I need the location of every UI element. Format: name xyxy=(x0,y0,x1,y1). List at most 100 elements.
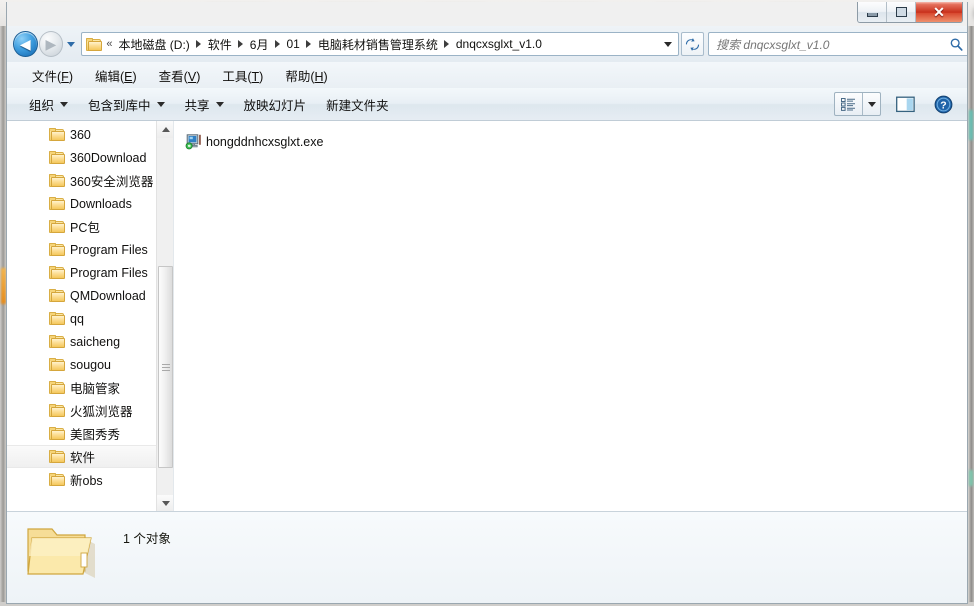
folder-icon xyxy=(49,243,65,256)
folder-large-icon xyxy=(25,522,99,584)
preview-pane-button[interactable] xyxy=(891,92,919,116)
menu-tools[interactable]: 工具(T) xyxy=(211,63,274,88)
maximize-button[interactable] xyxy=(887,2,916,22)
tree-item-360download[interactable]: 360Download xyxy=(7,146,157,169)
tree-item-program-files-x86[interactable]: Program Files xyxy=(7,261,157,284)
tree-item-qq[interactable]: qq xyxy=(7,307,157,330)
tree-item-software[interactable]: 软件 xyxy=(7,445,157,468)
change-view-group xyxy=(834,92,881,116)
menu-help[interactable]: 帮助(H) xyxy=(274,63,338,88)
scroll-down-button[interactable] xyxy=(157,495,173,512)
background-right-accent-bottom xyxy=(969,470,973,486)
tree-item-qmdownload[interactable]: QMDownload xyxy=(7,284,157,307)
change-view-dropdown-button[interactable] xyxy=(863,93,880,115)
toolbar-slideshow-label: 放映幻灯片 xyxy=(243,98,307,113)
toolbar-share-label: 共享 xyxy=(184,98,210,113)
tree-item-pcbao[interactable]: PC包 xyxy=(7,215,157,238)
chevron-down-icon xyxy=(215,101,224,107)
window-caption-buttons: ✕ xyxy=(857,2,963,23)
tree-item-label: Downloads xyxy=(70,196,132,211)
scroll-up-button[interactable] xyxy=(157,121,173,138)
recent-locations-button[interactable] xyxy=(63,31,78,57)
details-pane: 1 个对象 xyxy=(7,511,967,603)
breadcrumb-separator[interactable] xyxy=(192,40,206,48)
address-bar-row: ◀ ▶ « 本地磁盘 (D:) 软件 6月 01 电脑耗材销售管理系统 dnqc… xyxy=(7,26,967,62)
breadcrumb-separator[interactable] xyxy=(270,40,284,48)
change-view-button[interactable] xyxy=(835,93,863,115)
menu-bar: 文件(F) 编辑(E) 查看(V) 工具(T) 帮助(H) xyxy=(7,62,967,88)
breadcrumb-item-month[interactable]: 6月 xyxy=(248,34,271,55)
menu-file[interactable]: 文件(F) xyxy=(21,63,84,88)
tree-item-label: 电脑管家 xyxy=(70,382,121,396)
tree-item-360browser[interactable]: 360安全浏览器 xyxy=(7,169,157,192)
svg-text:?: ? xyxy=(940,99,946,111)
menu-view[interactable]: 查看(V) xyxy=(148,63,212,88)
minimize-button[interactable] xyxy=(858,2,887,22)
toolbar-organize-button[interactable]: 组织 xyxy=(19,91,78,118)
command-toolbar: 组织 包含到库中 共享 放映幻灯片 新建文件夹 ? xyxy=(7,88,967,121)
toolbar-slideshow-button[interactable]: 放映幻灯片 xyxy=(234,91,317,118)
address-bar[interactable]: « 本地磁盘 (D:) 软件 6月 01 电脑耗材销售管理系统 dnqcxsgl… xyxy=(81,32,680,56)
breadcrumb-separator[interactable] xyxy=(440,40,454,48)
tree-item-sougou[interactable]: sougou xyxy=(7,353,157,376)
navigation-pane-scrollbar[interactable] xyxy=(156,121,173,512)
chevron-down-icon xyxy=(66,41,75,47)
tree-item-label: qq xyxy=(70,311,84,326)
navigation-pane[interactable]: 360 360Download 360安全浏览器 Downloads PC包 P… xyxy=(7,121,174,512)
scrollbar-thumb[interactable] xyxy=(158,266,173,468)
setup-exe-icon xyxy=(185,133,202,150)
breadcrumb-separator[interactable] xyxy=(302,40,316,48)
breadcrumb-item-project[interactable]: 电脑耗材销售管理系统 xyxy=(316,34,440,55)
preview-pane-icon xyxy=(895,96,915,112)
address-dropdown-button[interactable] xyxy=(659,33,676,55)
back-arrow-icon: ◀ xyxy=(19,36,31,52)
file-list-item[interactable]: hongddnhcxsglxt.exe xyxy=(180,131,360,152)
help-button[interactable]: ? xyxy=(929,92,957,116)
search-input[interactable]: 搜索 dnqcxsglxt_v1.0 xyxy=(716,36,949,53)
details-text-group: 1 个对象 xyxy=(123,528,171,547)
breadcrumb-separator[interactable] xyxy=(234,40,248,48)
tree-item-new-obs[interactable]: 新obs xyxy=(7,468,157,491)
breadcrumb-item-software[interactable]: 软件 xyxy=(206,34,234,55)
tree-item-label: Program Files xyxy=(70,242,148,257)
toolbar-share-button[interactable]: 共享 xyxy=(175,91,234,118)
tree-item-program-files[interactable]: Program Files xyxy=(7,238,157,261)
minimize-icon xyxy=(866,12,878,17)
tree-item-meitu[interactable]: 美图秀秀 xyxy=(7,422,157,445)
folder-icon xyxy=(49,220,65,233)
tree-item-saicheng[interactable]: saicheng xyxy=(7,330,157,353)
search-box[interactable]: 搜索 dnqcxsglxt_v1.0 xyxy=(708,32,967,56)
tree-item-downloads[interactable]: Downloads xyxy=(7,192,157,215)
folder-icon xyxy=(49,335,65,348)
tree-item-360[interactable]: 360 xyxy=(7,123,157,146)
refresh-button[interactable] xyxy=(681,32,705,56)
tree-item-label: 软件 xyxy=(70,451,96,465)
breadcrumb-item-01[interactable]: 01 xyxy=(284,35,301,53)
toolbar-organize-label: 组织 xyxy=(29,98,55,113)
back-button[interactable]: ◀ xyxy=(13,31,38,57)
file-list-pane[interactable]: hongddnhcxsglxt.exe xyxy=(174,121,967,512)
maximize-icon xyxy=(895,7,907,17)
tree-item-firefox[interactable]: 火狐浏览器 xyxy=(7,399,157,422)
search-icon xyxy=(950,37,963,51)
toolbar-include-in-library-button[interactable]: 包含到库中 xyxy=(78,91,175,118)
path-overflow-icon: « xyxy=(106,38,113,50)
forward-button[interactable]: ▶ xyxy=(38,31,64,57)
folder-icon xyxy=(49,266,65,279)
tree-item-label: 360 xyxy=(70,127,91,142)
tree-item-label: Program Files xyxy=(70,265,148,280)
menu-edit[interactable]: 编辑(E) xyxy=(84,63,148,88)
toolbar-new-folder-button[interactable]: 新建文件夹 xyxy=(316,91,399,118)
view-list-icon xyxy=(841,97,855,111)
folder-icon xyxy=(49,450,65,463)
tree-item-pc-manager[interactable]: 电脑管家 xyxy=(7,376,157,399)
tree-item-label: sougou xyxy=(70,357,112,372)
chevron-down-icon xyxy=(60,101,69,107)
breadcrumb-item-current[interactable]: dnqcxsglxt_v1.0 xyxy=(454,35,544,53)
breadcrumb-item-drive[interactable]: 本地磁盘 (D:) xyxy=(116,34,191,55)
close-button[interactable]: ✕ xyxy=(916,2,962,22)
toolbar-new-folder-label: 新建文件夹 xyxy=(326,98,389,113)
item-count-label: 1 个对象 xyxy=(123,532,171,546)
folder-icon xyxy=(49,151,65,164)
tree-item-label: QMDownload xyxy=(70,288,146,303)
